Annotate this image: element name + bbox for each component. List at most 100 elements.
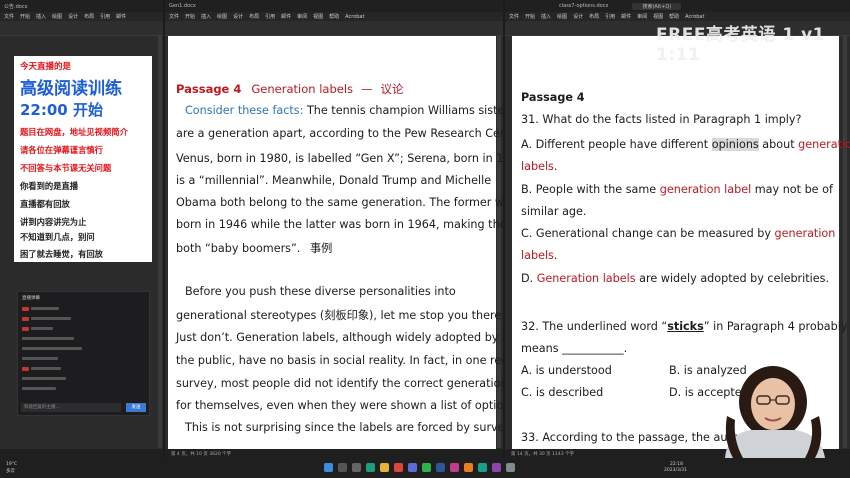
- right-title-bar: class7-options.docx 搜索(Alt+Q): [505, 0, 850, 12]
- app-icon[interactable]: [408, 463, 417, 472]
- weather-temp[interactable]: 19°C: [6, 462, 17, 467]
- menu-mailings[interactable]: 邮件: [621, 13, 631, 20]
- chat-message: [22, 316, 71, 321]
- menu-home[interactable]: 开始: [185, 13, 195, 20]
- menu-help[interactable]: 帮助: [669, 13, 679, 20]
- word-icon[interactable]: [436, 463, 445, 472]
- passage-genre-tag: 议论: [380, 82, 404, 96]
- chat-input[interactable]: 和能回复的主播...: [21, 403, 121, 412]
- menu-references[interactable]: 引用: [100, 13, 110, 20]
- notice-line-6: 不回答与本节课无关问题: [20, 163, 112, 173]
- menu-insert[interactable]: 插入: [201, 13, 211, 20]
- consider-facts-highlight: Consider these facts:: [185, 104, 304, 117]
- clock-date[interactable]: 2023/3/31: [664, 468, 687, 473]
- underlined-word: sticks: [667, 320, 704, 333]
- menu-review[interactable]: 审阅: [637, 13, 647, 20]
- app-icon[interactable]: [478, 463, 487, 472]
- app-icon[interactable]: [492, 463, 501, 472]
- q32-option-a: A. is understood: [521, 364, 612, 377]
- menu-insert[interactable]: 插入: [36, 13, 46, 20]
- chat-message: [22, 366, 61, 371]
- chat-message: [22, 376, 66, 381]
- chat-send-button[interactable]: 发送: [126, 403, 146, 412]
- menu-insert[interactable]: 插入: [541, 13, 551, 20]
- task-view-icon[interactable]: [352, 463, 361, 472]
- passage-title: Generation labels: [251, 82, 354, 96]
- menu-view[interactable]: 视图: [313, 13, 323, 20]
- menu-file[interactable]: 文件: [509, 13, 519, 20]
- presenter-figure: [725, 366, 825, 458]
- search-box[interactable]: 搜索(Alt+Q): [632, 2, 682, 10]
- app-icon[interactable]: [464, 463, 473, 472]
- chat-message: [22, 356, 58, 361]
- q31-option-c-cont: labels.: [521, 249, 558, 262]
- clock-time[interactable]: 22:18: [670, 462, 683, 467]
- passage-line: both “baby boomers”. 事例: [176, 242, 333, 255]
- menu-file[interactable]: 文件: [4, 13, 14, 20]
- passage-title-dash: —: [361, 82, 373, 96]
- menu-mailings[interactable]: 邮件: [116, 13, 126, 20]
- chat-message: [22, 386, 56, 391]
- question-31: 31. What do the facts listed in Paragrap…: [521, 113, 802, 126]
- passage-line: for themselves, even when they were show…: [176, 399, 520, 412]
- chat-message: [22, 346, 82, 351]
- menu-references[interactable]: 引用: [605, 13, 615, 20]
- menu-references[interactable]: 引用: [265, 13, 275, 20]
- menu-home[interactable]: 开始: [525, 13, 535, 20]
- start-menu-icon[interactable]: [324, 463, 333, 472]
- middle-doc-title: Gen1.docx: [169, 3, 196, 9]
- left-title-bar: 公告.docx: [0, 0, 163, 12]
- windows-taskbar: 19°C 多云 22:18 2023/3/31: [0, 458, 850, 478]
- menu-design[interactable]: 设计: [233, 13, 243, 20]
- app-icon[interactable]: [506, 463, 515, 472]
- menu-design[interactable]: 设计: [68, 13, 78, 20]
- q31-option-b: B. People with the same generation label…: [521, 183, 833, 196]
- app-icon[interactable]: [450, 463, 459, 472]
- notice-line-9: 讲到内容讲完为止: [20, 217, 87, 227]
- passage-line: Obama both belong to the same generation…: [176, 196, 517, 209]
- menu-layout[interactable]: 布局: [249, 13, 259, 20]
- questions-heading: Passage 4: [521, 91, 585, 104]
- passage-line: Just don’t. Generation labels, although …: [176, 331, 499, 344]
- q31-option-a: A. Different people have different opini…: [521, 138, 850, 151]
- app-icon[interactable]: [394, 463, 403, 472]
- menu-draw[interactable]: 绘图: [557, 13, 567, 20]
- menu-design[interactable]: 设计: [573, 13, 583, 20]
- menu-layout[interactable]: 布局: [589, 13, 599, 20]
- chat-message: [22, 336, 74, 341]
- left-doc-title: 公告.docx: [4, 3, 28, 10]
- menu-help[interactable]: 帮助: [329, 13, 339, 20]
- chat-message: [22, 306, 59, 311]
- channel-watermark: FREE高考英语 1 v1 1:11: [656, 25, 826, 65]
- notice-panel: 今天直播的是 高级阅读训练 22:00 开始 题目在网盘，地址见视频简介 请各位…: [14, 56, 152, 262]
- chat-message: [22, 326, 53, 331]
- file-explorer-icon[interactable]: [380, 463, 389, 472]
- menu-view[interactable]: 视图: [653, 13, 663, 20]
- edge-browser-icon[interactable]: [366, 463, 375, 472]
- live-chat-panel: 直播弹幕 和能回复的主播... 发送: [17, 291, 150, 416]
- notice-line-10: 不知道到几点，别问: [20, 232, 95, 242]
- left-scrollbar[interactable]: [158, 36, 162, 448]
- passage-number: Passage 4: [176, 82, 242, 96]
- q31-option-b-cont: similar age.: [521, 205, 587, 218]
- menu-review[interactable]: 审阅: [297, 13, 307, 20]
- menu-layout[interactable]: 布局: [84, 13, 94, 20]
- app-icon[interactable]: [422, 463, 431, 472]
- passage-line: Consider these facts: The tennis champio…: [185, 104, 515, 117]
- menu-mailings[interactable]: 邮件: [281, 13, 291, 20]
- menu-acrobat[interactable]: Acrobat: [345, 14, 364, 20]
- right-doc-title: class7-options.docx: [559, 3, 609, 9]
- menu-draw[interactable]: 绘图: [52, 13, 62, 20]
- menu-file[interactable]: 文件: [169, 13, 179, 20]
- notice-line-4: 题目在网盘，地址见视频简介: [20, 127, 128, 137]
- middle-title-bar: Gen1.docx: [165, 0, 503, 12]
- search-icon[interactable]: [338, 463, 347, 472]
- notice-line-1: 今天直播的是: [20, 62, 72, 72]
- passage-line: the public, have no basis in social real…: [176, 354, 526, 367]
- menu-home[interactable]: 开始: [20, 13, 30, 20]
- menu-draw[interactable]: 绘图: [217, 13, 227, 20]
- passage-line: This is not surprising since the labels …: [185, 421, 512, 434]
- passage-line: born in 1946 while the latter was born i…: [176, 218, 518, 231]
- menu-acrobat[interactable]: Acrobat: [685, 14, 704, 20]
- notice-line-2: 高级阅读训练: [20, 79, 122, 99]
